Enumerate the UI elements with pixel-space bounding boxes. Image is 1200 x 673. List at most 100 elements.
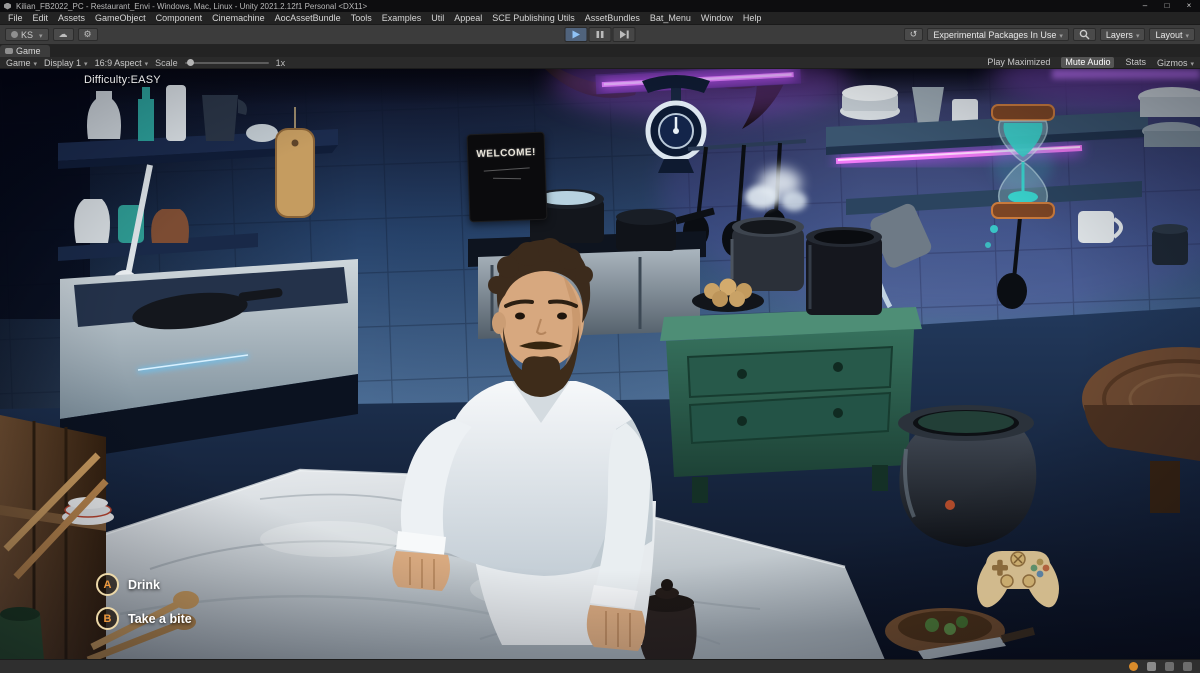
welcome-sign-text: WELCOME!	[476, 147, 536, 160]
menu-window[interactable]: Window	[696, 12, 738, 25]
menu-tools[interactable]: Tools	[346, 12, 377, 25]
layout-grid-icon[interactable]	[1183, 662, 1192, 671]
menu-component[interactable]: Component	[151, 12, 208, 25]
game-viewport[interactable]: Difficulty:EASY WELCOME! A Drink B Take …	[0, 69, 1200, 659]
aspect-dropdown[interactable]: 16:9 Aspect	[95, 58, 149, 68]
difficulty-label: Difficulty:EASY	[84, 74, 161, 86]
window-controls: – □ ×	[1134, 0, 1200, 12]
aspect-label: 16:9 Aspect	[95, 58, 142, 68]
menu-examples[interactable]: Examples	[377, 12, 427, 25]
chevron-down-icon	[81, 58, 88, 68]
menu-file[interactable]: File	[3, 12, 28, 25]
cloud-icon: ☁	[59, 29, 68, 40]
tab-game-label: Game	[16, 46, 41, 56]
chevron-down-icon	[1187, 58, 1194, 68]
scale-value: 1x	[276, 58, 286, 68]
package-manager-icon[interactable]	[1165, 662, 1174, 671]
window-titlebar: Kilian_FB2022_PC - Restaurant_Envi - Win…	[0, 0, 1200, 12]
console-icon[interactable]	[1147, 662, 1156, 671]
cloud-button[interactable]: ☁	[53, 28, 74, 41]
gizmos-label: Gizmos	[1157, 58, 1188, 68]
gamepad-a-button-icon: A	[96, 573, 119, 596]
game-view-toolbar: Game Display 1 16:9 Aspect Scale 1x Play…	[0, 57, 1200, 69]
chevron-down-icon	[1056, 30, 1063, 40]
menu-bat-menu[interactable]: Bat_Menu	[645, 12, 696, 25]
activity-indicator-icon[interactable]	[1129, 662, 1138, 671]
history-icon: ↺	[910, 29, 918, 40]
play-maximized-toggle[interactable]: Play Maximized	[983, 57, 1054, 68]
step-icon	[619, 30, 629, 39]
search-icon	[1079, 29, 1090, 40]
menu-gameobject[interactable]: GameObject	[90, 12, 151, 25]
menu-bar: File Edit Assets GameObject Component Ci…	[0, 12, 1200, 25]
minimize-button[interactable]: –	[1134, 0, 1156, 12]
maximize-button[interactable]: □	[1156, 0, 1178, 12]
game-view-icon	[5, 48, 13, 54]
view-mode-label: Game	[6, 58, 31, 68]
main-toolbar: KS ☁ ⚙ ↺ Experimental Packages In Use	[0, 25, 1200, 45]
avatar-icon	[11, 31, 18, 38]
mute-audio-toggle[interactable]: Mute Audio	[1061, 57, 1114, 68]
menu-util[interactable]: Util	[426, 12, 449, 25]
display-dropdown[interactable]: Display 1	[44, 58, 88, 68]
menu-appeal[interactable]: Appeal	[449, 12, 487, 25]
layout-dropdown[interactable]: Layout	[1149, 28, 1195, 41]
step-button[interactable]	[613, 27, 636, 42]
menu-assetbundles[interactable]: AssetBundles	[580, 12, 645, 25]
welcome-sign: WELCOME!	[466, 132, 547, 223]
prompt-take-a-bite-label: Take a bite	[128, 612, 192, 626]
gamepad-b-button-icon: B	[96, 607, 119, 630]
toolbar-left: KS ☁ ⚙	[0, 28, 103, 41]
prompt-take-a-bite[interactable]: B Take a bite	[96, 607, 192, 630]
chevron-down-icon	[31, 58, 38, 68]
play-button[interactable]	[565, 27, 588, 42]
experimental-packages-dropdown[interactable]: Experimental Packages In Use	[927, 28, 1069, 41]
window-title: Kilian_FB2022_PC - Restaurant_Envi - Win…	[16, 2, 367, 11]
game-view-mode-dropdown[interactable]: Game	[6, 58, 37, 68]
undo-history-button[interactable]: ↺	[904, 28, 924, 41]
toolbar-right: ↺ Experimental Packages In Use Layers La…	[899, 28, 1200, 41]
chevron-down-icon	[36, 30, 43, 40]
gear-icon: ⚙	[84, 29, 92, 40]
layers-label: Layers	[1106, 30, 1133, 40]
account-label: KS	[21, 30, 33, 40]
menu-edit[interactable]: Edit	[28, 12, 54, 25]
menu-assets[interactable]: Assets	[53, 12, 90, 25]
controller-icon	[966, 541, 1070, 619]
menu-sce-publishing-utils[interactable]: SCE Publishing Utils	[487, 12, 580, 25]
layers-dropdown[interactable]: Layers	[1100, 28, 1146, 41]
button-prompts: A Drink B Take a bite	[96, 573, 192, 630]
prompt-drink[interactable]: A Drink	[96, 573, 192, 596]
search-button[interactable]	[1073, 28, 1096, 41]
chalk-doodle	[484, 167, 530, 171]
unity-editor-window: Kilian_FB2022_PC - Restaurant_Envi - Win…	[0, 0, 1200, 673]
close-button[interactable]: ×	[1178, 0, 1200, 12]
scale-slider[interactable]	[185, 62, 269, 64]
pause-button[interactable]	[589, 27, 612, 42]
display-label: Display 1	[44, 58, 81, 68]
tab-strip: Game	[0, 45, 1200, 57]
scale-slider-knob[interactable]	[187, 59, 194, 66]
menu-help[interactable]: Help	[738, 12, 767, 25]
stats-toggle[interactable]: Stats	[1121, 57, 1150, 68]
chalk-doodle	[493, 178, 521, 179]
services-button[interactable]: ⚙	[78, 28, 98, 41]
gizmos-dropdown[interactable]: Gizmos	[1157, 58, 1194, 68]
prompt-drink-label: Drink	[128, 578, 160, 592]
status-bar	[0, 659, 1200, 673]
chevron-down-icon	[1133, 30, 1140, 40]
chevron-down-icon	[142, 58, 149, 68]
game-view-toolbar-left: Game Display 1 16:9 Aspect Scale 1x	[0, 58, 291, 68]
playmode-controls	[565, 27, 636, 42]
menu-aocassetbundle[interactable]: AocAssetBundle	[270, 12, 346, 25]
status-bar-icons	[1120, 662, 1200, 671]
account-button[interactable]: KS	[5, 28, 49, 41]
experimental-packages-label: Experimental Packages In Use	[933, 30, 1056, 40]
scale-label: Scale	[155, 58, 178, 68]
tab-game[interactable]: Game	[0, 45, 50, 57]
unity-logo-icon	[4, 3, 11, 10]
game-view-toolbar-right: Play Maximized Mute Audio Stats Gizmos	[977, 57, 1200, 68]
menu-cinemachine[interactable]: Cinemachine	[207, 12, 270, 25]
pause-icon	[596, 30, 605, 39]
chevron-down-icon	[1182, 30, 1189, 40]
